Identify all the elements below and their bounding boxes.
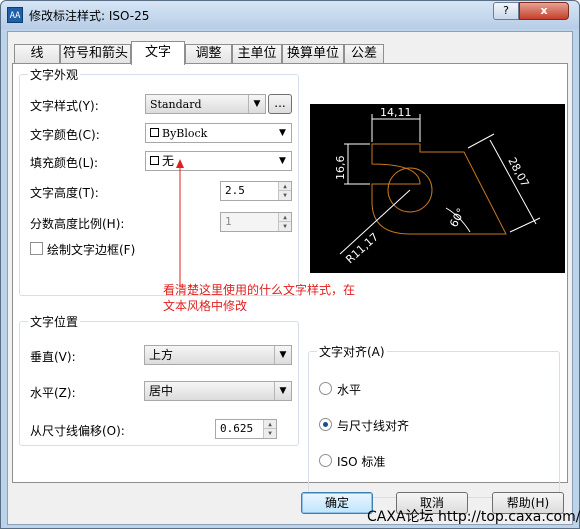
text-placement-legend: 文字位置 (28, 313, 81, 330)
preview-dim-left: 16,6 (334, 156, 347, 181)
spin-down-icon[interactable]: ▼ (264, 429, 276, 438)
preview-drawing: 14,11 16,6 28,07 60° R11,17 (334, 106, 541, 266)
fill-color-select[interactable]: 无 ▼ (145, 151, 292, 171)
spinner-arrows: ▲ ▼ (278, 213, 291, 231)
text-style-value: Standard (150, 98, 202, 111)
dialog-window: AA 修改标注样式: ISO-25 ? x 线 符号和箭头 文字 调整 主单位 … (0, 0, 580, 529)
window-title: 修改标注样式: ISO-25 (29, 9, 150, 23)
chevron-down-icon: ▼ (248, 95, 265, 113)
close-button[interactable]: x (519, 2, 569, 20)
title-bar[interactable]: AA 修改标注样式: ISO-25 ? x (1, 1, 579, 29)
tab-text[interactable]: 文字 (131, 41, 185, 65)
chevron-down-icon: ▼ (279, 156, 286, 166)
ok-button[interactable]: 确定 (301, 492, 373, 514)
color-swatch-icon (150, 156, 159, 165)
text-appearance-group: 文字外观 文字样式(Y): Standard ▼ ... 文字颜色(C): By… (19, 66, 299, 296)
align-horizontal-label: 水平 (337, 383, 362, 397)
spin-down-icon[interactable]: ▼ (279, 191, 291, 200)
align-iso-standard-radio[interactable] (319, 454, 332, 467)
text-placement-group: 文字位置 垂直(V): 上方 ▼ 水平(Z): 居中 ▼ 从尺寸线偏移(O): … (19, 313, 299, 446)
horizontal-value: 居中 (149, 384, 174, 398)
horizontal-select[interactable]: 居中 ▼ (144, 381, 292, 401)
chevron-down-icon: ▼ (279, 128, 286, 138)
preview-dim-angle: 60° (447, 206, 468, 229)
align-horizontal-radio[interactable] (319, 382, 332, 395)
align-with-dimension-line-label: 与尺寸线对齐 (337, 419, 410, 433)
tab-alternate-units[interactable]: 换算单位 (282, 44, 344, 64)
spinner-arrows[interactable]: ▲ ▼ (278, 182, 291, 200)
fill-color-label: 填充颜色(L): (30, 156, 99, 170)
annotation-arrow (176, 159, 184, 287)
fraction-scale-spinner: 1 ▲ ▼ (220, 212, 292, 232)
annotation-line-1: 看清楚这里使用的什么文字样式，在 (163, 283, 356, 297)
spin-up-icon[interactable]: ▲ (279, 182, 291, 191)
spin-up-icon[interactable]: ▲ (264, 420, 276, 429)
text-style-browse-button[interactable]: ... (268, 94, 292, 114)
preview-part-outline (371, 143, 507, 235)
spinner-arrows[interactable]: ▲ ▼ (263, 420, 276, 438)
preview-ext-line (509, 217, 541, 233)
text-alignment-group: 文字对齐(A) 水平 与尺寸线对齐 ISO 标准 (308, 343, 560, 498)
annotation-line-2: 文本风格中修改 (163, 299, 248, 313)
chevron-down-icon: ▼ (274, 346, 291, 364)
watermark: CAXA论坛 http://top.caxa.com/ (367, 509, 580, 525)
tab-lines[interactable]: 线 (14, 44, 60, 64)
draw-frame-checkbox[interactable] (30, 242, 43, 255)
chevron-down-icon: ▼ (274, 382, 291, 400)
tab-primary-units[interactable]: 主单位 (232, 44, 282, 64)
dimension-preview: 14,11 16,6 28,07 60° R11,17 (310, 104, 565, 273)
vertical-select[interactable]: 上方 ▼ (144, 345, 292, 365)
preview-dim-radius: R11,17 (343, 230, 381, 266)
preview-dim-right: 28,07 (505, 155, 531, 189)
preview-dim-top: 14,11 (380, 106, 412, 119)
tab-symbols-arrows[interactable]: 符号和箭头 (60, 44, 131, 64)
tab-tolerances[interactable]: 公差 (344, 44, 384, 64)
spin-down-icon: ▼ (279, 222, 291, 231)
align-iso-standard-label: ISO 标准 (337, 455, 386, 469)
color-swatch-icon (150, 128, 159, 137)
text-style-select[interactable]: Standard ▼ (145, 94, 266, 114)
vertical-value: 上方 (149, 348, 174, 362)
offset-spinner[interactable]: 0.625 ▲ ▼ (215, 419, 277, 439)
text-tab-panel: 文字外观 文字样式(Y): Standard ▼ ... 文字颜色(C): By… (12, 63, 568, 498)
draw-frame-label: 绘制文字边框(F) (47, 243, 136, 257)
text-height-label: 文字高度(T): (30, 186, 99, 200)
fraction-scale-label: 分数高度比例(H): (30, 217, 125, 231)
app-icon: AA (7, 7, 23, 23)
offset-value: 0.625 (220, 422, 254, 435)
fraction-scale-value: 1 (225, 215, 232, 228)
text-height-value: 2.5 (225, 184, 245, 197)
text-height-spinner[interactable]: 2.5 ▲ ▼ (220, 181, 292, 201)
vertical-label: 垂直(V): (30, 350, 76, 364)
dialog-body: 线 符号和箭头 文字 调整 主单位 换算单位 公差 文字外观 文字样式(Y): … (7, 31, 573, 525)
align-with-dimension-line-radio[interactable] (319, 418, 332, 431)
text-color-value: ByBlock (162, 127, 208, 140)
offset-label: 从尺寸线偏移(O): (30, 424, 125, 438)
horizontal-label: 水平(Z): (30, 386, 76, 400)
help-title-button[interactable]: ? (493, 2, 519, 20)
text-color-label: 文字颜色(C): (30, 128, 100, 142)
text-appearance-legend: 文字外观 (28, 66, 81, 83)
spin-up-icon: ▲ (279, 213, 291, 222)
tab-fit[interactable]: 调整 (185, 44, 232, 64)
text-style-label: 文字样式(Y): (30, 99, 99, 113)
text-alignment-legend: 文字对齐(A) (317, 343, 387, 360)
text-color-select[interactable]: ByBlock ▼ (145, 123, 292, 143)
